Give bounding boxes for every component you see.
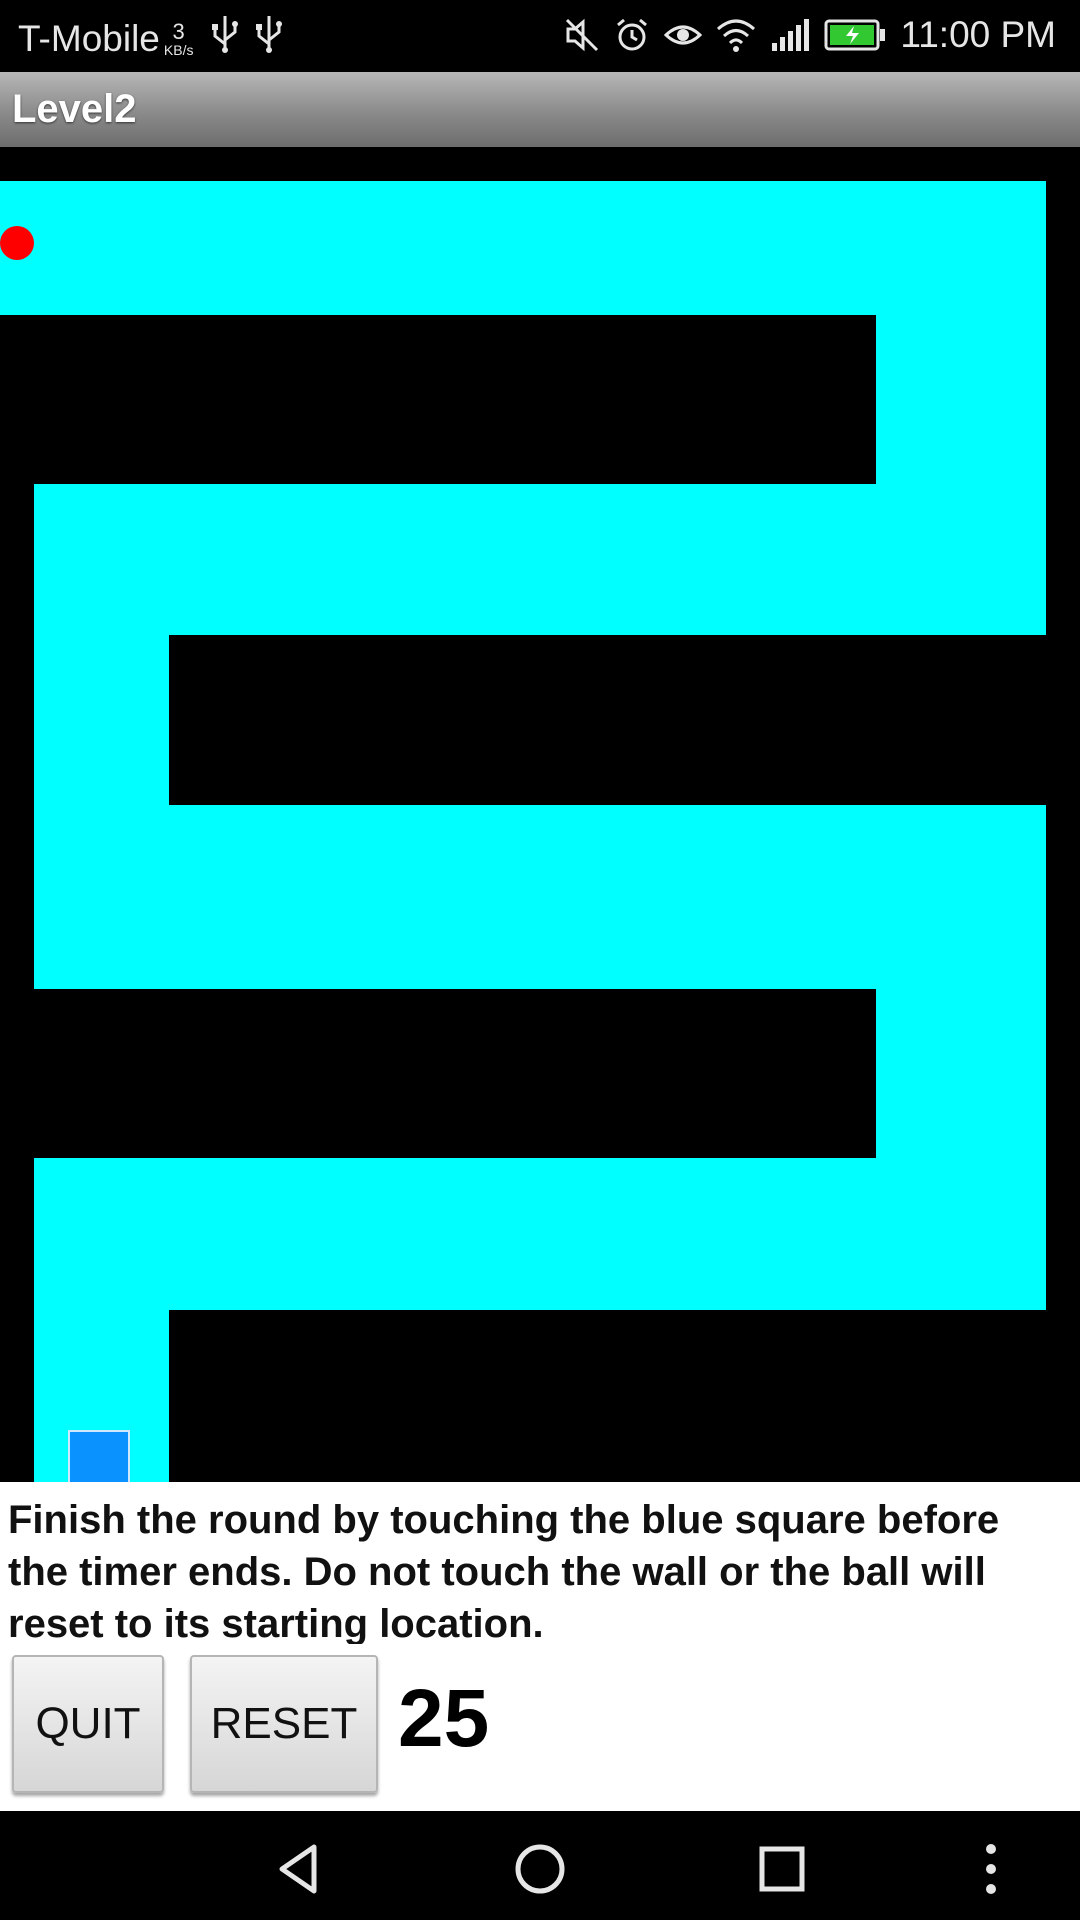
- wifi-icon: [716, 17, 756, 53]
- eye-icon: [664, 17, 703, 53]
- recents-icon[interactable]: [754, 1841, 810, 1902]
- app-screen: T-Mobile 3 KB/s 11:00 PM Level2 Finish t…: [0, 0, 1080, 1920]
- carrier-label: T-Mobile: [18, 18, 160, 59]
- signal-icon: [770, 17, 810, 53]
- player-ball[interactable]: [0, 226, 34, 260]
- usb-icon: [211, 14, 239, 64]
- nav-bar: [0, 1811, 1080, 1920]
- net-speed: 3 KB/s: [163, 19, 194, 58]
- alarm-icon: [614, 17, 650, 53]
- status-left: T-Mobile 3 KB/s: [18, 14, 299, 64]
- maze-path-row-2: [34, 484, 1046, 635]
- back-icon[interactable]: [270, 1841, 326, 1902]
- mute-icon: [564, 17, 600, 53]
- status-right: 11:00 PM: [564, 14, 1056, 56]
- net-speed-value: 3: [172, 19, 185, 44]
- control-panel: Finish the round by touching the blue sq…: [0, 1482, 1080, 1811]
- maze-board[interactable]: [0, 147, 1080, 1482]
- clock: 11:00 PM: [900, 14, 1056, 55]
- goal-blue-square[interactable]: [68, 1430, 130, 1482]
- title-bar: Level2: [0, 72, 1080, 147]
- battery-charging-icon: [824, 19, 886, 51]
- reset-button[interactable]: RESET: [190, 1655, 378, 1793]
- more-options-icon[interactable]: [976, 1841, 1006, 1902]
- page-title: Level2: [12, 87, 137, 131]
- quit-button[interactable]: QUIT: [12, 1655, 164, 1793]
- home-icon[interactable]: [512, 1841, 568, 1902]
- usb-icon: [255, 14, 283, 64]
- maze-path-row-4: [34, 1158, 1046, 1310]
- status-bar: T-Mobile 3 KB/s 11:00 PM: [0, 0, 1080, 72]
- countdown-timer: 25: [398, 1673, 490, 1764]
- instructions-text: Finish the round by touching the blue sq…: [8, 1498, 1000, 1644]
- net-speed-unit: KB/s: [163, 42, 194, 58]
